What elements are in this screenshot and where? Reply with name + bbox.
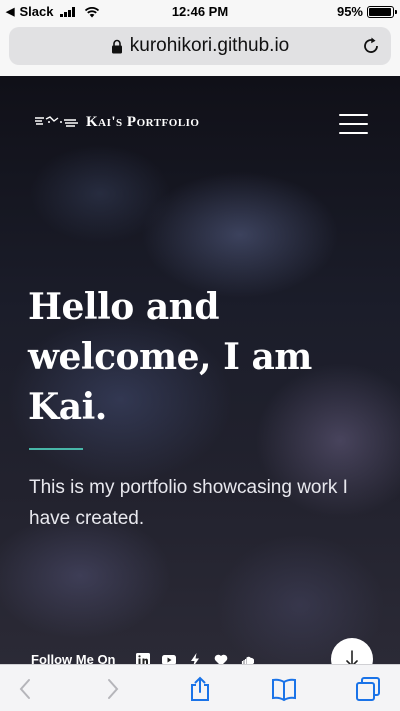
logo-text: Kai's Portfolio: [86, 113, 200, 130]
hamburger-menu-icon[interactable]: [339, 112, 368, 136]
scroll-down-button[interactable]: [331, 638, 373, 664]
status-bar: ◀ Slack 12:46 PM 95%: [0, 0, 400, 24]
hero-subtext: This is my portfolio showcasing work I h…: [29, 477, 348, 529]
social-links: [135, 652, 254, 665]
heart-icon[interactable]: [214, 653, 228, 665]
lock-icon: [111, 39, 122, 53]
battery-icon: [367, 5, 397, 18]
address-bar[interactable]: kurohikori.github.io: [9, 27, 391, 65]
linkedin-icon[interactable]: [135, 652, 150, 665]
accent-divider: [29, 448, 83, 450]
battery-percent: 95%: [336, 4, 363, 19]
hero-section: Kai's Portfolio Hello and welcome, I am …: [0, 76, 400, 664]
browser-toolbar: [0, 664, 400, 711]
follow-label: Follow Me On: [31, 652, 116, 664]
lightning-icon[interactable]: [188, 652, 202, 665]
share-button[interactable]: [186, 675, 214, 703]
forward-button[interactable]: [98, 675, 126, 703]
site-logo[interactable]: Kai's Portfolio: [34, 112, 200, 132]
soundcloud-icon[interactable]: [240, 653, 254, 665]
battery-level: [369, 7, 391, 16]
forward-arrow-icon: [108, 679, 119, 699]
browser-chrome: kurohikori.github.io: [0, 24, 400, 76]
youtube-icon[interactable]: [161, 653, 176, 665]
status-right: 95%: [336, 4, 397, 19]
back-button[interactable]: [12, 675, 40, 703]
reload-icon[interactable]: [361, 36, 381, 56]
tabs-icon: [356, 677, 380, 701]
tabs-button[interactable]: [354, 675, 382, 703]
hero-heading: Hello and welcome, I am Kai.: [28, 286, 312, 428]
arrow-down-icon: [346, 650, 358, 664]
logo-mark-icon: [35, 116, 78, 127]
back-arrow-icon: [19, 679, 30, 699]
bookmarks-icon: [272, 678, 296, 702]
bookmarks-button[interactable]: [270, 675, 298, 703]
url-text[interactable]: kurohikori.github.io: [130, 35, 289, 57]
share-icon: [191, 676, 209, 701]
follow-row: Follow Me On: [31, 652, 254, 664]
